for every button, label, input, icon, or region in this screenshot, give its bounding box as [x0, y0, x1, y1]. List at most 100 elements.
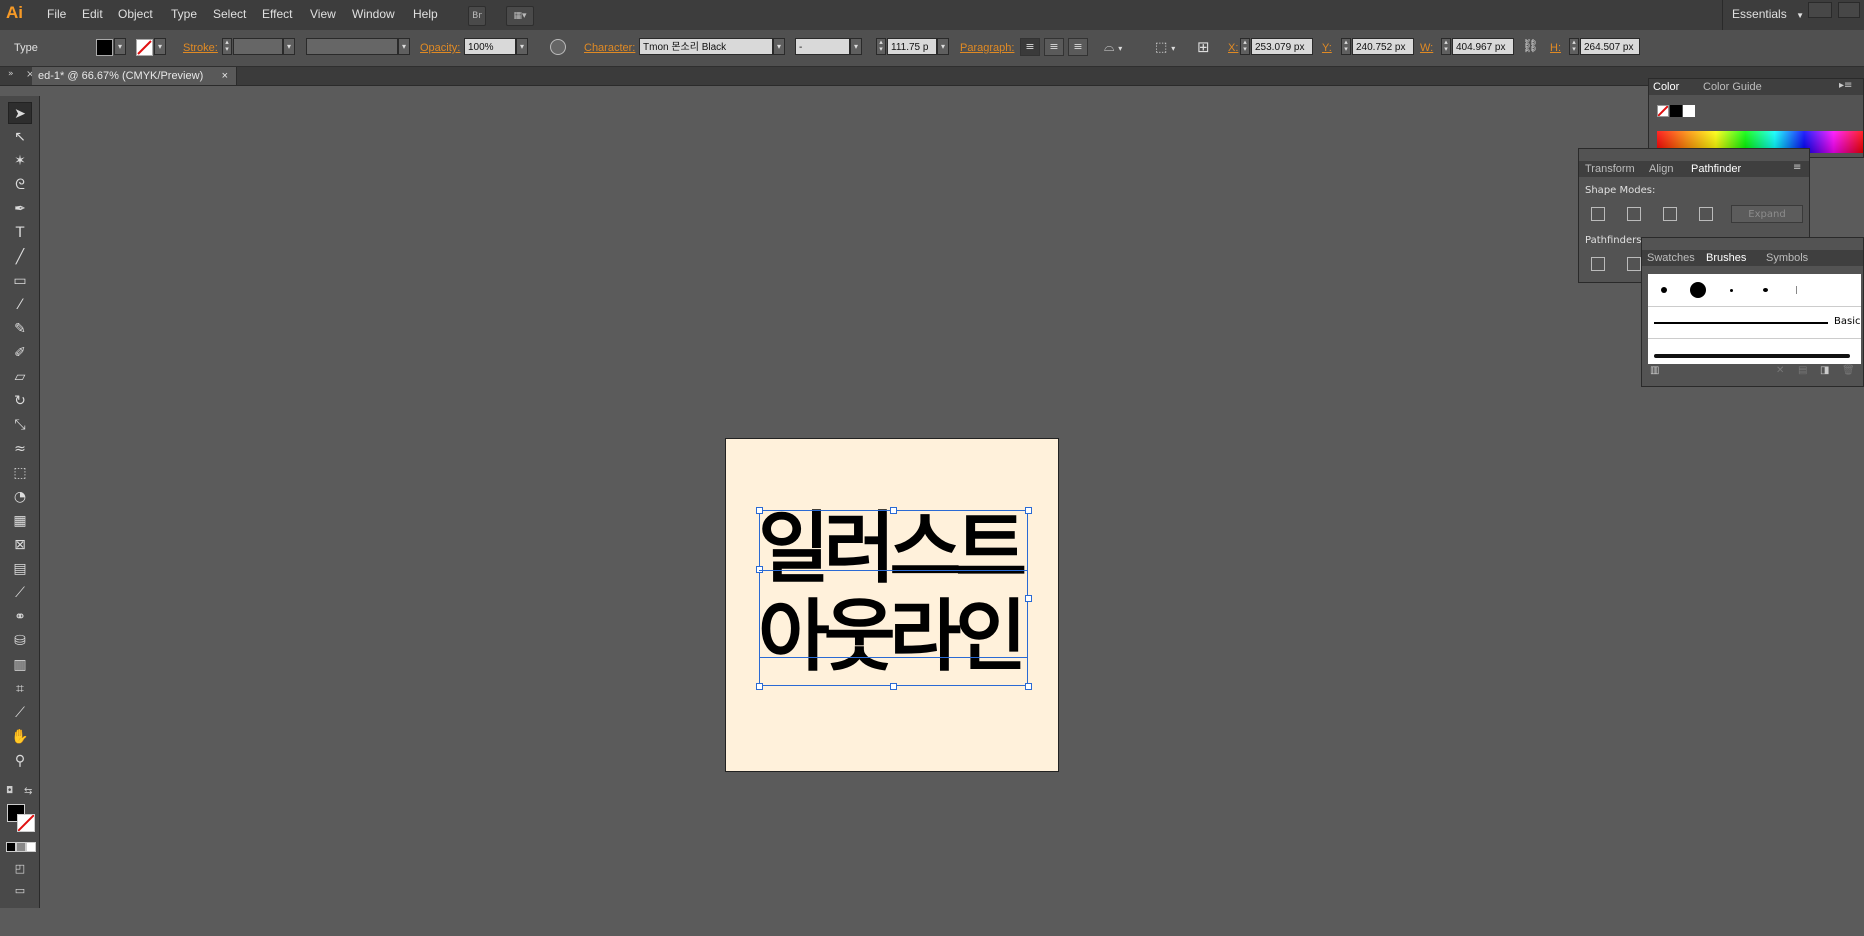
resize-handle-e[interactable] — [1025, 595, 1032, 602]
font-family-field[interactable]: Tmon 몬소리 Black — [639, 38, 773, 55]
brush-calligraphic-small[interactable] — [1661, 287, 1667, 293]
tab-symbols[interactable]: Symbols — [1766, 252, 1808, 264]
align-center-button[interactable]: ≡ — [1044, 38, 1064, 56]
brush-basic-stroke[interactable] — [1654, 322, 1828, 324]
blob-brush-tool[interactable]: ✐ — [8, 342, 32, 364]
type-tool[interactable]: T — [8, 222, 32, 244]
tab-transform[interactable]: Transform — [1585, 163, 1635, 175]
chevron-down-icon[interactable]: ▾ — [398, 38, 410, 55]
x-field[interactable]: 253.079 px — [1251, 38, 1313, 55]
close-icon[interactable]: × — [222, 67, 228, 85]
resize-handle-n[interactable] — [890, 507, 897, 514]
zoom-tool[interactable]: ⚲ — [8, 750, 32, 772]
screen-mode-button[interactable]: ▭ — [8, 880, 32, 902]
color-mode-button[interactable] — [6, 842, 16, 852]
lasso-tool[interactable]: ᘓ — [8, 174, 32, 196]
w-label[interactable]: W: — [1420, 42, 1433, 54]
remove-stroke-icon[interactable]: ✕ — [1776, 365, 1784, 376]
font-size-stepper[interactable]: ▴ ▾ — [876, 38, 886, 55]
paragraph-label[interactable]: Paragraph: — [960, 42, 1014, 54]
pencil-tool[interactable]: ✎ — [8, 318, 32, 340]
paintbrush-tool[interactable]: ⁄ — [8, 294, 32, 316]
resize-handle-ne[interactable] — [1025, 507, 1032, 514]
trim-icon[interactable] — [1627, 257, 1641, 271]
fill-swatch[interactable] — [96, 39, 113, 56]
none-swatch[interactable] — [1657, 105, 1669, 117]
chevron-down-icon[interactable]: ▾ — [283, 38, 295, 55]
artboard-tool[interactable]: ⌗ — [8, 678, 32, 700]
unite-icon[interactable] — [1591, 207, 1605, 221]
direct-selection-tool[interactable]: ↖ — [8, 126, 32, 148]
opacity-field[interactable]: 100% — [464, 38, 516, 55]
exclude-icon[interactable] — [1699, 207, 1713, 221]
font-size-field[interactable]: 111.75 p — [887, 38, 937, 55]
align-options-button[interactable]: ⊞ — [1197, 38, 1210, 56]
chevron-down-icon[interactable]: ▾ — [850, 38, 862, 55]
menu-window[interactable]: Window — [352, 7, 395, 21]
brush-libraries-icon[interactable]: ▥ — [1650, 365, 1659, 376]
recolor-icon[interactable] — [550, 39, 566, 55]
opacity-label[interactable]: Opacity: — [420, 42, 460, 54]
mesh-tool[interactable]: ⊠ — [8, 534, 32, 556]
chevron-down-icon[interactable]: ▾ — [773, 38, 785, 55]
white-swatch[interactable] — [1683, 105, 1695, 117]
eyedropper-tool[interactable]: ⟋ — [8, 582, 32, 604]
h-field[interactable]: 264.507 px — [1580, 38, 1640, 55]
perspective-grid-tool[interactable]: ▦ — [8, 510, 32, 532]
minus-front-icon[interactable] — [1627, 207, 1641, 221]
brush-calligraphic-large[interactable] — [1690, 282, 1706, 298]
minimize-button[interactable] — [1808, 2, 1832, 18]
menu-help[interactable]: Help — [413, 7, 438, 21]
eraser-tool[interactable]: ▱ — [8, 366, 32, 388]
shape-builder-tool[interactable]: ◔ — [8, 486, 32, 508]
resize-handle-se[interactable] — [1025, 683, 1032, 690]
collapse-panels-icon[interactable]: » — [8, 69, 14, 79]
blend-tool[interactable]: ⚭ — [8, 606, 32, 628]
align-left-button[interactable]: ≡ — [1020, 38, 1040, 56]
menu-object[interactable]: Object — [118, 7, 153, 21]
transform-reference-button[interactable]: ⬚ ▾ — [1155, 40, 1175, 55]
hand-tool[interactable]: ✋ — [8, 726, 32, 748]
align-right-button[interactable]: ≡ — [1068, 38, 1088, 56]
column-graph-tool[interactable]: ▥ — [8, 654, 32, 676]
gradient-mode-button[interactable] — [16, 842, 26, 852]
free-transform-tool[interactable]: ⬚ — [8, 462, 32, 484]
none-mode-button[interactable] — [26, 842, 36, 852]
w-stepper[interactable]: ▴ ▾ — [1441, 38, 1451, 55]
x-label[interactable]: X: — [1228, 42, 1238, 54]
slice-tool[interactable]: ⟋ — [8, 702, 32, 724]
rectangle-tool[interactable]: ▭ — [8, 270, 32, 292]
menu-effect[interactable]: Effect — [262, 7, 292, 21]
gradient-tool[interactable]: ▤ — [8, 558, 32, 580]
symbol-sprayer-tool[interactable]: ⛁ — [8, 630, 32, 652]
divide-icon[interactable] — [1591, 257, 1605, 271]
document-tab[interactable]: ed-1* @ 66.67% (CMYK/Preview) × — [32, 67, 237, 85]
swap-colors-icon[interactable]: ⇆ — [24, 786, 32, 797]
resize-handle-s[interactable] — [890, 683, 897, 690]
h-stepper[interactable]: ▴ ▾ — [1569, 38, 1579, 55]
selection-tool[interactable]: ➤ — [8, 102, 32, 124]
stroke-color-swatch[interactable] — [17, 814, 35, 832]
menu-type[interactable]: Type — [171, 7, 197, 21]
chevron-down-icon[interactable]: ▾ — [516, 38, 528, 55]
brush-oval[interactable] — [1763, 288, 1768, 292]
chevron-down-icon[interactable]: ▾ — [937, 38, 949, 55]
default-colors-icon[interactable]: ◘ — [6, 786, 13, 796]
options-icon[interactable]: ▤ — [1798, 365, 1807, 376]
bridge-button[interactable]: Br — [468, 6, 486, 26]
tab-color-guide[interactable]: Color Guide — [1703, 81, 1762, 93]
tab-align[interactable]: Align — [1649, 163, 1673, 175]
expand-button[interactable]: Expand — [1731, 205, 1803, 223]
width-tool[interactable]: ≈ — [8, 438, 32, 460]
panel-menu-icon[interactable]: ≡ — [1793, 162, 1801, 173]
new-brush-icon[interactable]: ◨ — [1820, 365, 1829, 376]
selection-bounding-box[interactable] — [759, 510, 1028, 686]
arrange-documents-button[interactable]: ▦▾ — [506, 6, 534, 26]
stroke-weight-field[interactable] — [233, 38, 283, 55]
restore-button[interactable] — [1838, 2, 1860, 18]
menu-edit[interactable]: Edit — [82, 7, 103, 21]
menu-file[interactable]: File — [47, 7, 66, 21]
font-style-field[interactable]: - — [795, 38, 850, 55]
tab-color[interactable]: Color — [1653, 81, 1679, 93]
brush-thin[interactable] — [1796, 286, 1797, 294]
